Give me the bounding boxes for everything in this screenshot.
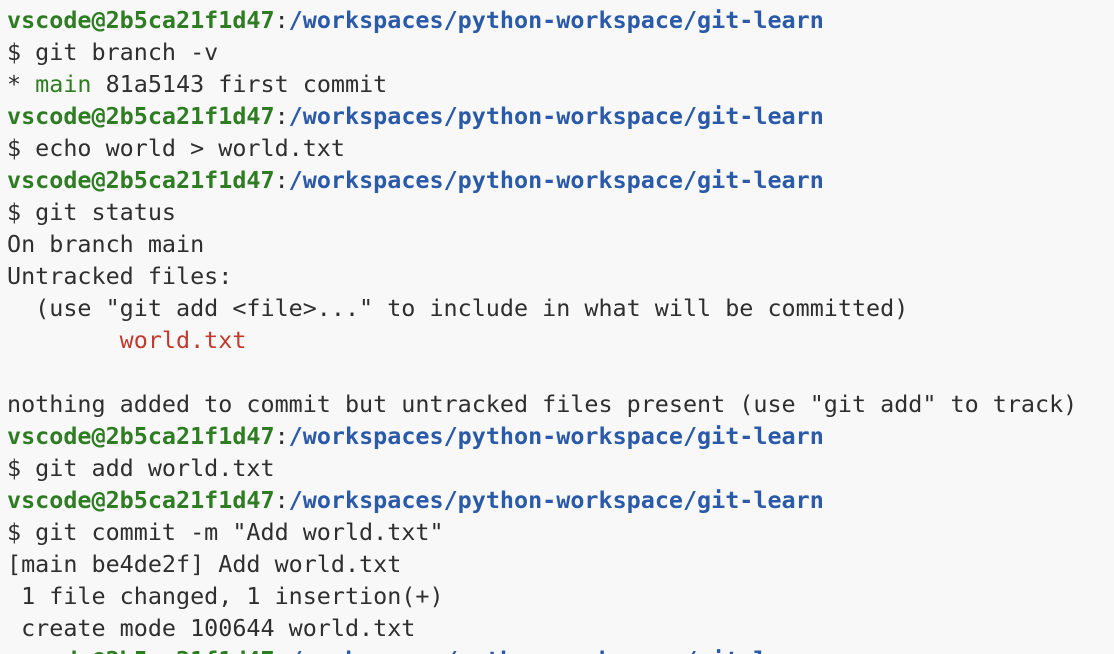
prompt-path: /workspaces/python-workspace/git-learn	[288, 422, 824, 450]
prompt-separator: :	[274, 422, 289, 450]
prompt-separator: :	[274, 102, 289, 130]
command-text: $ git branch -v	[7, 38, 219, 66]
prompt-path: /workspaces/python-workspace/git-learn	[288, 6, 824, 34]
prompt-line: vscode@2b5ca21f1d47:/workspaces/python-w…	[7, 100, 1114, 132]
prompt-path: /workspaces/python-workspace/git-learn	[288, 166, 824, 194]
output-line: 1 file changed, 1 insertion(+)	[7, 580, 1114, 612]
command-line: $ git commit -m "Add world.txt"	[7, 516, 1114, 548]
untracked-file-line: world.txt	[7, 324, 1114, 356]
branch-name: main	[35, 70, 92, 98]
output-line: [main be4de2f] Add world.txt	[7, 548, 1114, 580]
command-text: $ git status	[7, 198, 176, 226]
command-text: $ git add world.txt	[7, 454, 275, 482]
output-text: nothing added to commit but untracked fi…	[7, 390, 1078, 418]
output-line: nothing added to commit but untracked fi…	[7, 388, 1114, 420]
branch-line: * main 81a5143 first commit	[7, 68, 1114, 100]
prompt-line: vscode@2b5ca21f1d47:/workspaces/python-w…	[7, 644, 1114, 654]
untracked-file-name: world.txt	[119, 326, 247, 354]
prompt-user-host: vscode@2b5ca21f1d47	[7, 486, 275, 514]
output-text: 1 file changed, 1 insertion(+)	[7, 582, 444, 610]
prompt-separator: :	[274, 166, 289, 194]
prompt-separator: :	[274, 6, 289, 34]
prompt-path: /workspaces/python-workspace/git-learn	[288, 486, 824, 514]
current-branch-marker: *	[7, 70, 36, 98]
prompt-separator: :	[275, 646, 289, 654]
prompt-separator: :	[274, 486, 289, 514]
output-line: Untracked files:	[7, 260, 1114, 292]
prompt-user-host: vscode@2b5ca21f1d47	[7, 6, 275, 34]
prompt-path: /workspaces/python-workspace/git-learn	[289, 646, 824, 654]
output-text: Untracked files:	[7, 262, 233, 290]
prompt-line: vscode@2b5ca21f1d47:/workspaces/python-w…	[7, 484, 1114, 516]
output-line: create mode 100644 world.txt	[7, 612, 1114, 644]
prompt-user-host: vscode@2b5ca21f1d47	[7, 166, 275, 194]
prompt-line: vscode@2b5ca21f1d47:/workspaces/python-w…	[7, 164, 1114, 196]
prompt-user-host: vscode@2b5ca21f1d47	[7, 102, 275, 130]
output-text: [main be4de2f] Add world.txt	[7, 550, 402, 578]
command-text: $ echo world > world.txt	[7, 134, 345, 162]
branch-commit-info: 81a5143 first commit	[91, 70, 388, 98]
command-line: $ git status	[7, 196, 1114, 228]
command-line: $ echo world > world.txt	[7, 132, 1114, 164]
output-text: (use "git add <file>..." to include in w…	[7, 294, 909, 322]
command-text: $ git commit -m "Add world.txt"	[7, 518, 444, 546]
command-line: $ git branch -v	[7, 36, 1114, 68]
prompt-user-host: vscode@2b5ca21f1d47	[7, 422, 275, 450]
prompt-line: vscode@2b5ca21f1d47:/workspaces/python-w…	[7, 420, 1114, 452]
terminal-output[interactable]: vscode@2b5ca21f1d47:/workspaces/python-w…	[0, 0, 1114, 654]
output-line: (use "git add <file>..." to include in w…	[7, 292, 1114, 324]
prompt-line: vscode@2b5ca21f1d47:/workspaces/python-w…	[7, 4, 1114, 36]
command-line: $ git add world.txt	[7, 452, 1114, 484]
prompt-path: /workspaces/python-workspace/git-learn	[288, 102, 824, 130]
prompt-user-host: vscode@2b5ca21f1d47	[7, 646, 275, 654]
output-text: On branch main	[7, 230, 205, 258]
output-text: create mode 100644 world.txt	[7, 614, 416, 642]
output-line: On branch main	[7, 228, 1114, 260]
